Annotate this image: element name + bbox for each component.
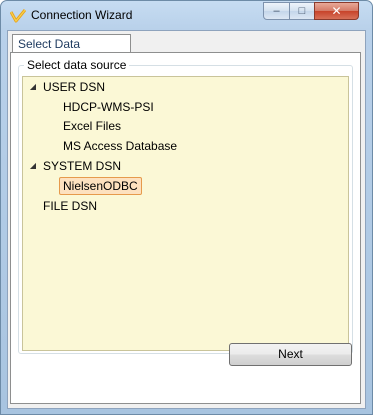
close-button[interactable]: ✕: [314, 2, 359, 20]
next-button[interactable]: Next: [229, 343, 352, 366]
title-bar[interactable]: Connection Wizard – □ ✕: [1, 1, 372, 29]
tree-node-ms-access-database[interactable]: MS Access Database: [63, 137, 177, 155]
expand-triangle-icon[interactable]: ◢: [28, 161, 38, 171]
tree-node-file-dsn[interactable]: FILE DSN: [43, 197, 97, 215]
maximize-button[interactable]: □: [289, 2, 315, 20]
tree-node-excel-files[interactable]: Excel Files: [63, 117, 121, 135]
tree-node-system-dsn[interactable]: SYSTEM DSN: [43, 157, 121, 175]
wizard-app-icon: [10, 9, 26, 23]
tree-node-hdcp-wms-psi[interactable]: HDCP-WMS-PSI: [63, 98, 154, 116]
close-icon: ✕: [331, 4, 342, 18]
data-source-tree[interactable]: ◢ USER DSN HDCP-WMS-PSI Excel Files MS A…: [22, 76, 349, 351]
minimize-button[interactable]: –: [263, 2, 290, 20]
window-title: Connection Wizard: [31, 8, 133, 22]
minimize-icon: –: [273, 5, 280, 17]
tree-node-user-dsn[interactable]: USER DSN: [43, 78, 105, 96]
tree-node-nielsenodbc[interactable]: NielsenODBC: [59, 177, 142, 195]
connection-wizard-window: Connection Wizard – □ ✕ Select Data Sour…: [0, 0, 373, 415]
tab-select-data-source[interactable]: Select Data Source...: [12, 34, 131, 70]
maximize-icon: □: [298, 5, 306, 17]
expand-triangle-icon[interactable]: ◢: [28, 82, 38, 92]
data-source-groupbox: Select data source ◢ USER DSN HDCP-WMS-P…: [18, 58, 353, 354]
group-label: Select data source: [24, 58, 130, 72]
